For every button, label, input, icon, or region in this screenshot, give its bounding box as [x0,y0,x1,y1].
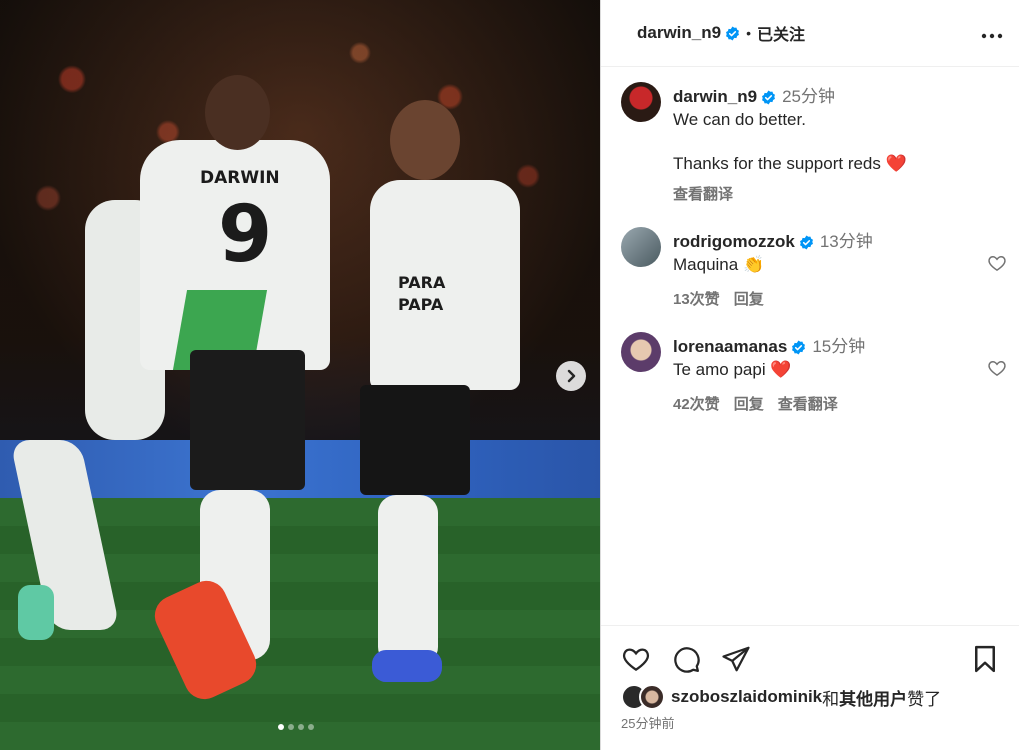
avatar[interactable] [621,332,661,372]
caption-line-1: We can do better. [673,110,806,129]
clap-emoji: 👏 [742,255,765,274]
liked-by-avatars[interactable] [621,684,667,710]
player-back-shorts [190,350,305,490]
verified-badge-icon [799,235,814,250]
heart-outline-icon [988,360,1006,376]
comment-like-button[interactable] [987,253,1007,273]
heart-emoji: ❤️ [770,360,792,379]
liked-by: szoboszlaidominik 和其他用户 赞了 [621,684,941,710]
save-button[interactable] [970,644,1000,674]
reply-button[interactable]: 回复 [734,288,764,309]
avatar[interactable] [621,82,661,122]
liked-by-suffix: 赞了 [907,689,942,709]
player-right-head [390,100,460,180]
comment-text: Te amo papi [673,360,766,379]
comment-time: 15分钟 [812,337,866,356]
shirt-message: PARA PAPA [398,273,446,314]
player-left-boot [18,585,54,640]
carousel-dot-active [278,724,284,730]
more-options-button[interactable] [981,22,1003,45]
liked-by-others[interactable]: 其他用户 [839,685,907,710]
verified-badge-icon [791,340,806,355]
post-actions: szoboszlaidominik 和其他用户 赞了 25分钟前 [601,625,1019,750]
heart-outline-icon [623,648,649,671]
chevron-right-icon [567,369,576,383]
see-translation-button[interactable]: 查看翻译 [673,183,973,204]
share-button[interactable] [721,644,751,674]
carousel-dot [308,724,314,730]
carousel-dot [288,724,294,730]
comment-username[interactable]: lorenaamanas [673,337,787,356]
comment-likes-count[interactable]: 13次赞 [673,288,720,309]
comment-icon [674,647,700,673]
comment-likes-count[interactable]: 42次赞 [673,393,720,414]
avatar [639,684,665,710]
bookmark-icon [975,645,995,673]
player-right-boot [372,650,442,682]
comment-button[interactable] [671,644,701,674]
like-button[interactable] [621,644,651,674]
avatar[interactable] [621,227,661,267]
shirt-player-number: 9 [218,190,273,280]
see-translation-button[interactable]: 查看翻译 [778,393,838,414]
caption-username[interactable]: darwin_n9 [673,87,757,106]
post-media[interactable]: DARWIN 9 PARA PAPA [0,0,600,750]
comments-list[interactable]: darwin_n9 25分钟 We can do better. Thanks f… [601,67,1019,625]
more-horizontal-icon [981,33,1003,38]
following-button[interactable]: 已关注 [757,21,805,45]
player-back-head [205,75,270,150]
shirt-player-name: DARWIN [200,168,280,188]
caption-line-2: Thanks for the support reds [673,154,881,173]
comment-like-button[interactable] [987,358,1007,378]
header-username[interactable]: darwin_n9 [637,23,721,43]
verified-badge-icon [725,25,740,41]
player-right-shorts [360,385,470,495]
header-separator: • [746,25,751,41]
liked-by-and: 和 [822,689,840,709]
liked-by-username[interactable]: szoboszlaidominik [671,687,822,707]
post-header: darwin_n9 • 已关注 [601,0,1019,67]
carousel-next-button[interactable] [556,361,586,391]
comment-time: 13分钟 [819,232,873,251]
caption-time: 25分钟 [782,87,836,106]
post-side-panel: darwin_n9 • 已关注 darwin_n9 25分钟 We can do … [600,0,1019,750]
post-timestamp[interactable]: 25分钟前 [621,713,674,732]
comment-text: Maquina [673,255,739,274]
heart-outline-icon [988,255,1006,271]
heart-emoji: ❤️ [885,154,907,173]
comment-username[interactable]: rodrigomozzok [673,232,795,251]
reply-button[interactable]: 回复 [734,393,764,414]
carousel-dot [298,724,304,730]
carousel-indicator [278,724,314,730]
player-right-legs [378,495,438,665]
verified-badge-icon [761,90,776,105]
send-icon [722,646,750,672]
